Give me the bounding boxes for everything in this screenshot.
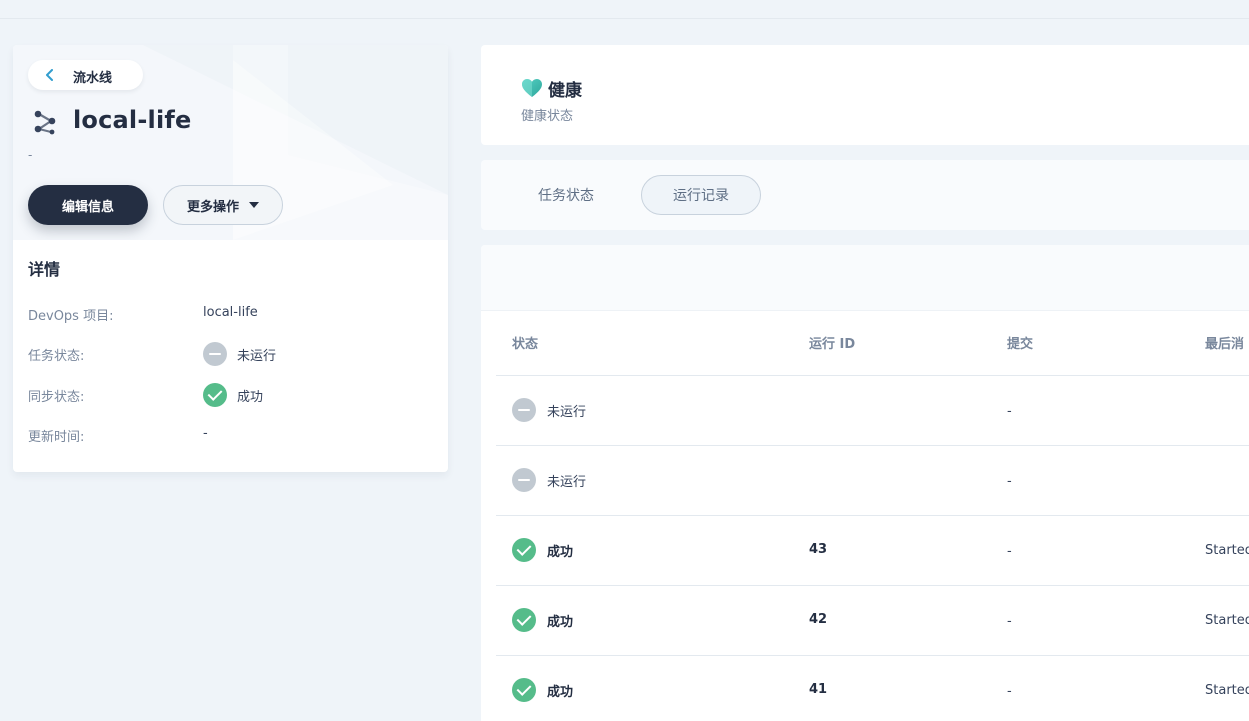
caret-down-icon: [249, 202, 259, 208]
check-circle-icon: [512, 608, 536, 632]
tabs-bar: 任务状态 运行记录: [481, 160, 1249, 230]
pipeline-description: -: [28, 148, 33, 162]
detail-value: 成功: [203, 383, 263, 407]
pipeline-info-card: 流水线 local-life - 编辑信息 更多操作 详情 DevOps 项目:…: [13, 45, 448, 472]
check-circle-icon: [203, 383, 227, 407]
table-row[interactable]: 成功 43 - Started: [496, 516, 1249, 586]
row-status: 成功: [512, 608, 573, 632]
edit-info-button[interactable]: 编辑信息: [28, 185, 148, 225]
detail-key: 更新时间:: [28, 430, 85, 445]
table-toolbar: [481, 245, 1249, 311]
row-run-id[interactable]: 42: [809, 612, 827, 627]
row-status-text: 未运行: [547, 474, 587, 490]
table-header: 状态 运行 ID 提交 最后消: [496, 311, 1249, 376]
health-subtitle: 健康状态: [521, 109, 574, 124]
detail-key: 同步状态:: [28, 390, 85, 405]
details-title: 详情: [28, 260, 61, 279]
column-header-commit: 提交: [1007, 337, 1034, 352]
back-to-pipelines-button[interactable]: 流水线: [28, 60, 143, 90]
row-run-id[interactable]: 43: [809, 542, 827, 557]
row-commit: -: [1007, 474, 1012, 489]
top-divider: [0, 18, 1249, 19]
check-circle-icon: [512, 678, 536, 702]
detail-status-text: 未运行: [237, 348, 277, 364]
detail-value: local-life: [203, 305, 258, 320]
row-status-text: 未运行: [547, 404, 587, 420]
detail-value: 未运行: [203, 342, 276, 366]
row-status-text: 成功: [547, 544, 574, 560]
row-last-message: Started: [1205, 613, 1249, 628]
detail-key: 任务状态:: [28, 349, 85, 364]
more-actions-button[interactable]: 更多操作: [163, 185, 283, 225]
health-title: 健康: [548, 81, 582, 101]
row-commit: -: [1007, 684, 1012, 699]
minus-circle-icon: [512, 398, 536, 422]
check-circle-icon: [512, 538, 536, 562]
run-records-table: 状态 运行 ID 提交 最后消 未运行 - 未运行 - 成功 43 - Star…: [481, 245, 1249, 721]
row-commit: -: [1007, 614, 1012, 629]
minus-circle-icon: [203, 342, 227, 366]
row-status: 成功: [512, 678, 573, 702]
column-header-run-id: 运行 ID: [809, 337, 856, 352]
row-status: 未运行: [512, 468, 586, 492]
detail-value: -: [203, 426, 208, 441]
table-row[interactable]: 成功 41 - Started: [496, 656, 1249, 721]
column-header-status: 状态: [512, 337, 539, 352]
minus-circle-icon: [512, 468, 536, 492]
row-status-text: 成功: [547, 614, 574, 630]
detail-row-sync-status: 同步状态: 成功: [28, 383, 428, 407]
pipeline-name: local-life: [73, 106, 192, 134]
row-last-message: Started: [1205, 543, 1249, 558]
pipeline-icon: [34, 110, 56, 135]
back-button-label: 流水线: [73, 71, 113, 86]
detail-status-text: 成功: [237, 389, 264, 405]
chevron-left-icon: [46, 69, 53, 81]
health-card: 健康 健康状态: [481, 45, 1249, 145]
table-row[interactable]: 未运行 -: [496, 446, 1249, 516]
pipeline-header: 流水线 local-life - 编辑信息 更多操作: [13, 45, 448, 240]
more-actions-label: 更多操作: [186, 199, 239, 215]
detail-row-updated-time: 更新时间: -: [28, 423, 428, 447]
table-row[interactable]: 未运行 -: [496, 376, 1249, 446]
row-status: 未运行: [512, 398, 586, 422]
row-last-message: Started: [1205, 683, 1249, 698]
detail-row-task-status: 任务状态: 未运行: [28, 342, 428, 366]
column-header-last-message: 最后消: [1205, 337, 1245, 352]
detail-key: DevOps 项目:: [28, 309, 114, 324]
detail-row-project: DevOps 项目: local-life: [28, 302, 428, 326]
row-run-id[interactable]: 41: [809, 682, 827, 697]
tab-run-records[interactable]: 运行记录: [641, 175, 761, 215]
row-status-text: 成功: [547, 684, 574, 700]
tab-task-status[interactable]: 任务状态: [521, 175, 611, 215]
table-row[interactable]: 成功 42 - Started: [496, 586, 1249, 656]
row-status: 成功: [512, 538, 573, 562]
row-commit: -: [1007, 544, 1012, 559]
row-commit: -: [1007, 404, 1012, 419]
heart-icon: [522, 79, 542, 97]
